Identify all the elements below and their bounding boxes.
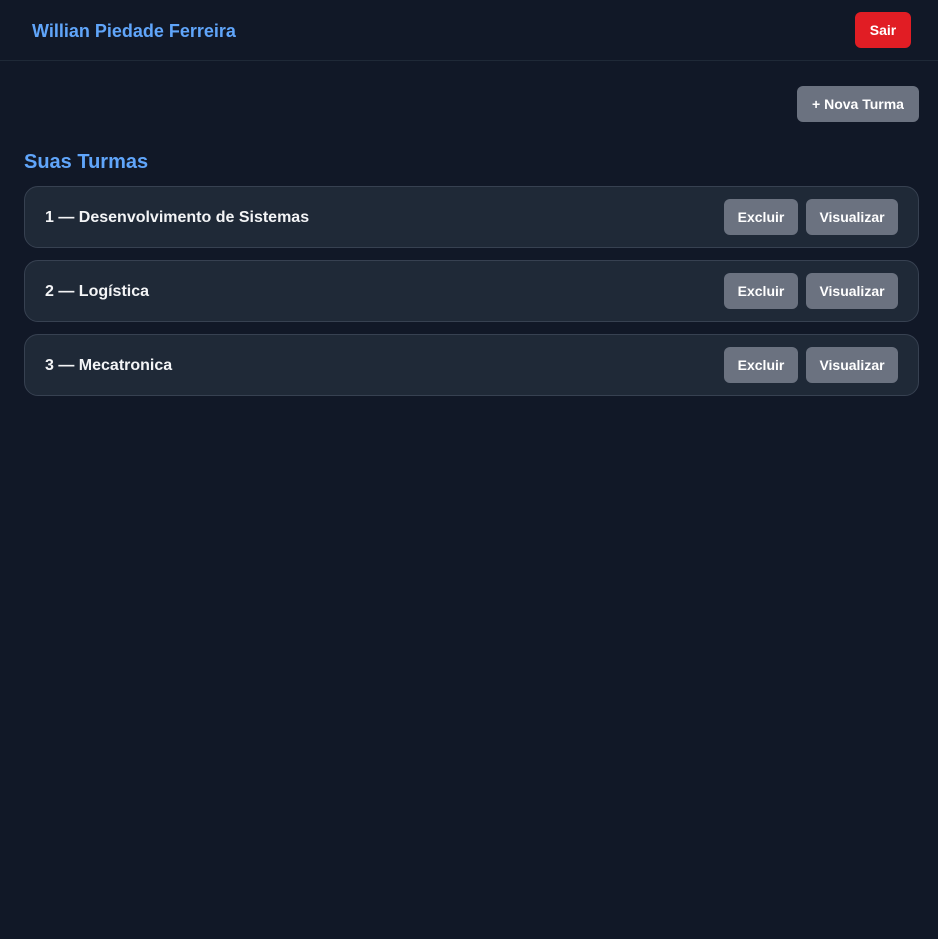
class-card: 1 — Desenvolvimento de Sistemas Excluir … [24,186,919,248]
view-button[interactable]: Visualizar [806,199,898,235]
delete-button[interactable]: Excluir [724,199,798,235]
logout-button[interactable]: Sair [855,12,911,48]
class-label: 3 — Mecatronica [45,357,173,374]
class-label: 1 — Desenvolvimento de Sistemas [45,209,310,226]
class-card: 3 — Mecatronica Excluir Visualizar [24,334,919,396]
class-card: 2 — Logística Excluir Visualizar [24,260,919,322]
new-class-button[interactable]: + Nova Turma [797,86,919,122]
view-button[interactable]: Visualizar [806,347,898,383]
class-list: 1 — Desenvolvimento de Sistemas Excluir … [24,186,919,408]
top-bar: Willian Piedade Ferreira Sair [0,0,938,61]
delete-button[interactable]: Excluir [724,347,798,383]
section-title: Suas Turmas [24,151,149,173]
class-label: 2 — Logística [45,283,150,300]
view-button[interactable]: Visualizar [806,273,898,309]
delete-button[interactable]: Excluir [724,273,798,309]
user-name: Willian Piedade Ferreira [32,21,236,41]
